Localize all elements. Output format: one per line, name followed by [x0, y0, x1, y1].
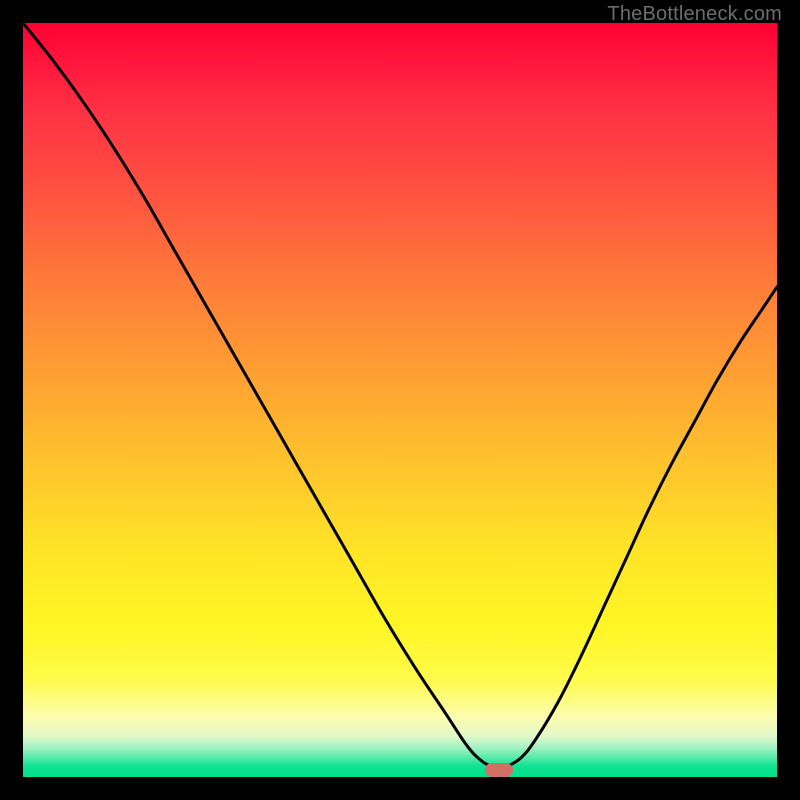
watermark: TheBottleneck.com — [607, 3, 782, 26]
chart-frame: TheBottleneck.com — [0, 0, 800, 800]
plot-area — [23, 23, 777, 777]
bottleneck-curve — [23, 23, 777, 777]
optimal-marker — [485, 763, 513, 777]
